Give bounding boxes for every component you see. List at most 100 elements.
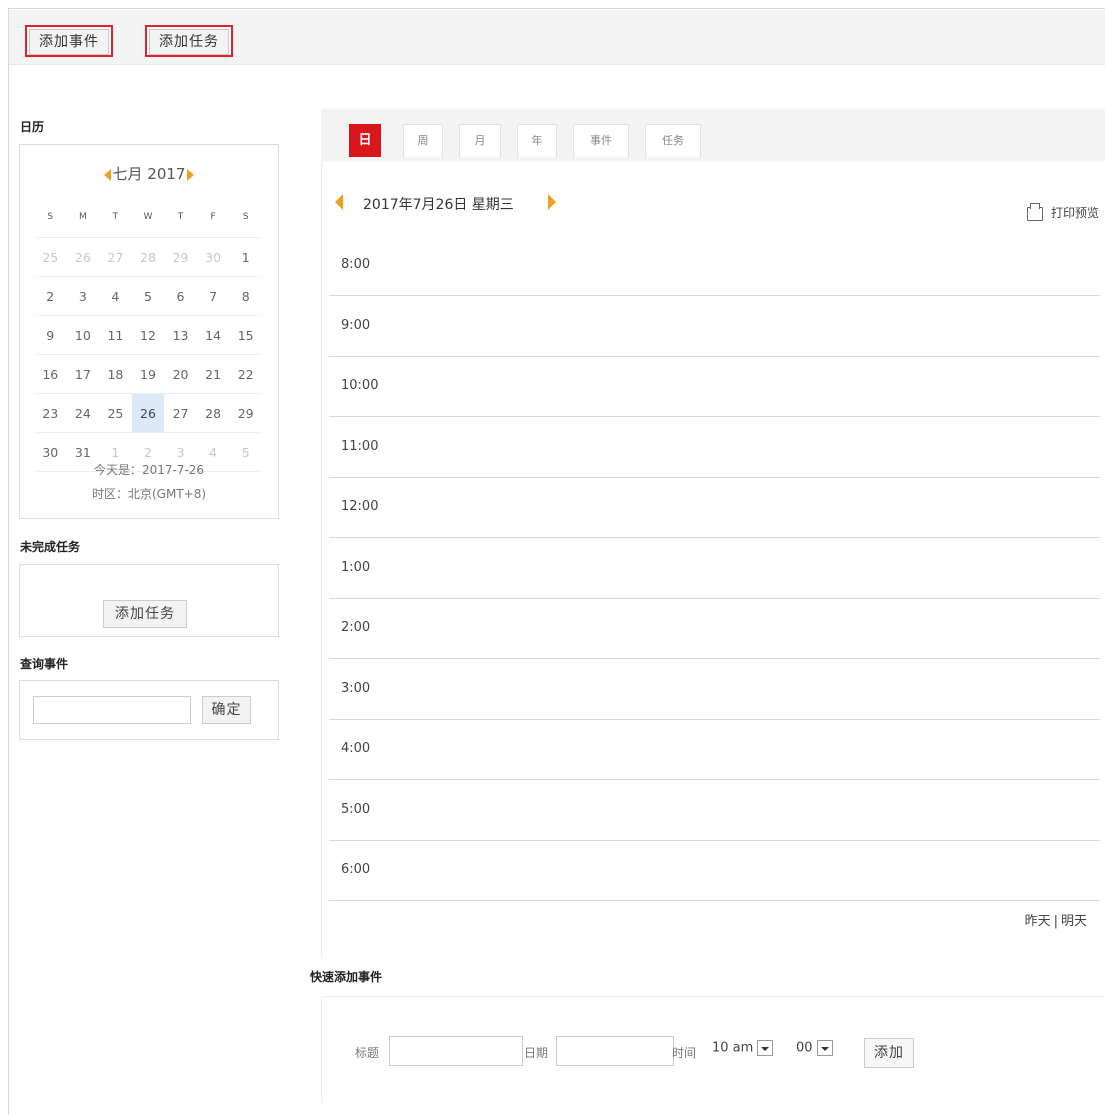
tab-week[interactable]: 周 (403, 124, 443, 157)
chevron-down-icon (816, 1040, 833, 1056)
quick-add-title-label: 标题 (355, 1046, 380, 1060)
add-event-button[interactable]: 添加事件 (25, 25, 113, 57)
calendar-day[interactable]: 20 (164, 354, 197, 394)
calendar-day[interactable]: 1 (229, 237, 262, 277)
minute-select-value: 00 (796, 1040, 813, 1056)
weekday-header: S (34, 197, 67, 238)
hour-label: 12:00 (341, 499, 379, 514)
weekday-header: W (131, 197, 165, 238)
today-text: 今天是：2017-7-26 (93, 463, 205, 477)
hour-slot[interactable]: 10:00 (329, 357, 1100, 417)
mini-calendar-month: 七月 2017 (112, 165, 186, 183)
calendar-day[interactable]: 23 (34, 393, 67, 433)
hour-slot[interactable]: 8:00 (329, 236, 1100, 296)
calendar-day[interactable]: 15 (229, 315, 262, 355)
quick-add-date-label: 日期 (524, 1046, 549, 1060)
minute-select[interactable]: 00 (796, 1040, 833, 1062)
calendar-day[interactable]: 5 (131, 276, 165, 316)
print-preview-label: 打印预览 (1050, 206, 1099, 220)
calendar-day[interactable]: 10 (66, 315, 100, 355)
weekday-header: S (229, 197, 262, 238)
mini-calendar-grid: SMTWTFS 25 26 27 28 29 30 1 2 3 4 5 6 7 8 9 10 11 12 13 14 1… (34, 197, 262, 472)
hour-label: 2:00 (341, 620, 371, 635)
calendar-day[interactable]: 19 (131, 354, 165, 394)
pending-tasks-title: 未完成任务 (20, 540, 81, 554)
calendar-day[interactable]: 14 (196, 315, 230, 355)
hour-slot[interactable]: 5:00 (329, 781, 1100, 841)
hour-slot[interactable]: 1:00 (329, 539, 1100, 599)
hour-slot[interactable]: 2:00 (329, 599, 1100, 659)
hour-select-value: 10 am (712, 1040, 754, 1056)
calendar-day[interactable]: 28 (196, 393, 230, 433)
calendar-day[interactable]: 29 (164, 237, 197, 277)
calendar-day[interactable]: 21 (196, 354, 230, 394)
tab-tasks[interactable]: 任务 (645, 124, 701, 157)
pending-add-task-button[interactable]: 添加任务 (103, 600, 187, 628)
tab-day[interactable]: 日 (349, 124, 381, 157)
search-confirm-button[interactable]: 确定 (202, 696, 251, 724)
calendar-section-title: 日历 (20, 120, 45, 134)
weekday-header: T (164, 197, 197, 238)
calendar-week: 25 26 27 28 29 30 1 (34, 237, 262, 277)
calendar-day[interactable]: 16 (34, 354, 67, 394)
tab-events[interactable]: 事件 (573, 124, 629, 157)
calendar-day[interactable]: 17 (66, 354, 100, 394)
prev-day-icon[interactable] (335, 194, 343, 210)
calendar-day[interactable]: 3 (66, 276, 100, 316)
next-month-icon[interactable] (187, 168, 195, 181)
calendar-day[interactable]: 29 (229, 393, 262, 433)
hour-slot[interactable]: 6:00 (329, 841, 1100, 901)
hour-slot[interactable]: 11:00 (329, 418, 1100, 478)
calendar-day[interactable]: 27 (164, 393, 197, 433)
calendar-day[interactable]: 18 (99, 354, 132, 394)
current-date-label: 2017年7月26日 星期三 (363, 197, 514, 213)
next-day-icon[interactable] (548, 194, 556, 210)
top-toolbar: 添加事件 添加任务 (9, 10, 1105, 65)
calendar-day[interactable]: 12 (131, 315, 165, 355)
calendar-day[interactable]: 6 (164, 276, 197, 316)
calendar-day[interactable]: 7 (196, 276, 230, 316)
tab-month[interactable]: 月 (459, 124, 501, 157)
quick-add-date-input[interactable] (556, 1036, 674, 1066)
calendar-day-selected[interactable]: 26 (131, 393, 165, 433)
hour-slot[interactable]: 12:00 (329, 478, 1100, 538)
calendar-day[interactable]: 8 (229, 276, 262, 316)
day-pager: 昨天 | 明天 (1025, 910, 1087, 929)
yesterday-link[interactable]: 昨天 (1025, 914, 1051, 929)
prev-month-icon[interactable] (103, 168, 111, 181)
quick-add-title-input[interactable] (389, 1036, 523, 1066)
tab-year[interactable]: 年 (517, 124, 557, 157)
hour-slot[interactable]: 3:00 (329, 660, 1100, 720)
calendar-day[interactable]: 25 (99, 393, 132, 433)
calendar-day[interactable]: 26 (66, 237, 100, 277)
calendar-day[interactable]: 22 (229, 354, 262, 394)
hour-slot[interactable]: 4:00 (329, 720, 1100, 780)
search-input[interactable] (33, 696, 191, 724)
add-task-label: 添加任务 (149, 29, 229, 55)
calendar-day[interactable]: 4 (99, 276, 132, 316)
calendar-day[interactable]: 2 (34, 276, 67, 316)
chevron-down-icon (757, 1040, 774, 1056)
hour-label: 3:00 (341, 680, 371, 696)
quick-add-button[interactable]: 添加 (864, 1038, 914, 1068)
calendar-day[interactable]: 9 (34, 315, 67, 355)
calendar-day[interactable]: 28 (131, 237, 165, 277)
hour-select[interactable]: 10 am (712, 1040, 774, 1062)
hour-label: 10:00 (341, 378, 379, 393)
print-preview-link[interactable]: 打印预览 (1026, 202, 1099, 221)
quick-add-time-label: 时间 (672, 1046, 697, 1060)
search-events-title: 查询事件 (20, 657, 69, 671)
calendar-day[interactable]: 24 (66, 393, 100, 433)
add-task-button[interactable]: 添加任务 (145, 25, 233, 57)
weekday-header: F (196, 197, 230, 238)
calendar-day[interactable]: 13 (164, 315, 197, 355)
calendar-day[interactable]: 27 (99, 237, 132, 277)
calendar-day[interactable]: 25 (34, 237, 67, 277)
tomorrow-link[interactable]: 明天 (1061, 914, 1087, 929)
calendar-day[interactable]: 11 (99, 315, 132, 355)
hour-label: 8:00 (341, 257, 371, 272)
add-event-label: 添加事件 (29, 29, 109, 55)
hour-slot[interactable]: 9:00 (329, 297, 1100, 357)
hour-label: 5:00 (341, 801, 371, 817)
calendar-day[interactable]: 30 (196, 237, 230, 277)
